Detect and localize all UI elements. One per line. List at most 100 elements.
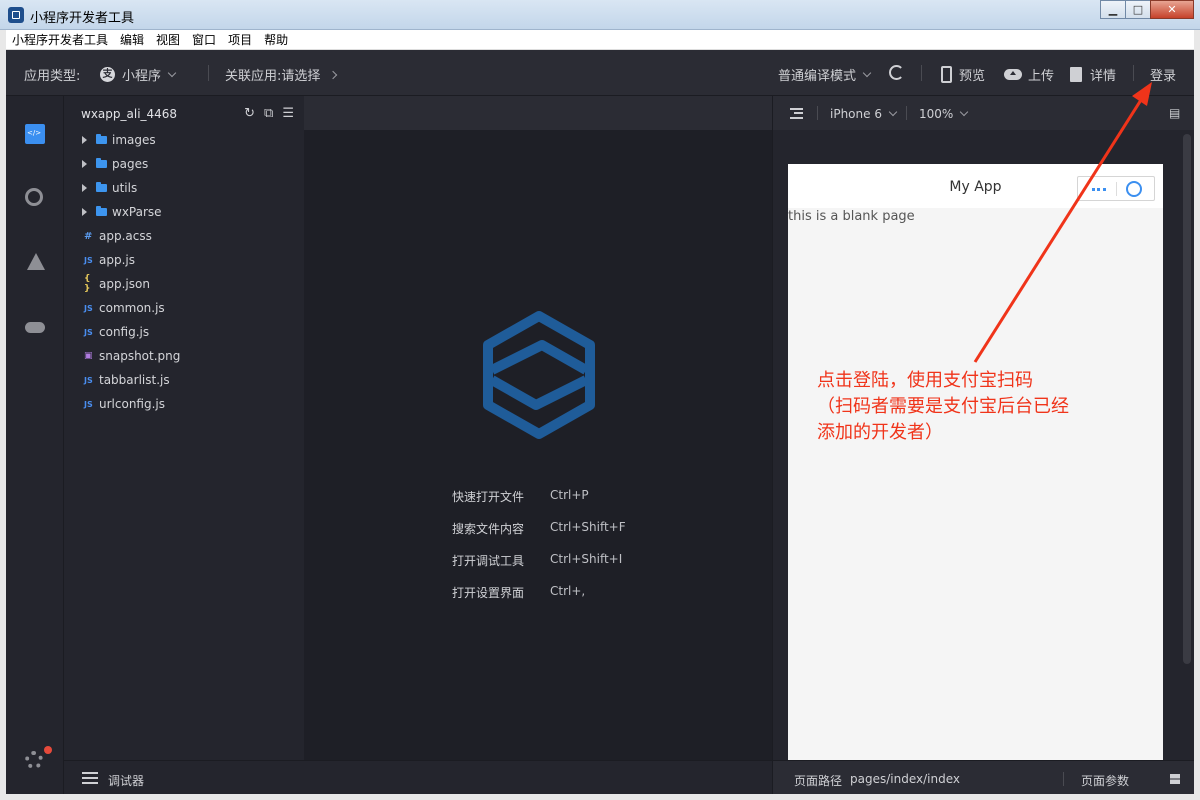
phone-screen: My App this is a blank page bbox=[788, 164, 1163, 760]
annotation-text: 点击登陆，使用支付宝扫码 （扫码者需要是支付宝后台已经 添加的开发者） bbox=[817, 368, 1127, 446]
menubar: 小程序开发者工具 编辑 视图 窗口 项目 帮助 bbox=[6, 30, 1194, 50]
file-label: tabbarlist.js bbox=[99, 373, 170, 387]
debugger-bar[interactable]: 调试器 bbox=[64, 760, 772, 794]
folder-images[interactable]: images bbox=[64, 128, 304, 152]
shortcut-label: 打开调试工具 bbox=[452, 554, 525, 568]
menu-lines-icon[interactable]: ☰ bbox=[282, 106, 294, 121]
zoom-select[interactable]: 100% bbox=[919, 107, 969, 121]
file-config-js[interactable]: JS config.js bbox=[64, 320, 304, 344]
device-select[interactable]: iPhone 6 bbox=[830, 107, 898, 121]
shortcut-key: Ctrl+P bbox=[550, 488, 589, 502]
simulator-scrollbar[interactable] bbox=[1183, 134, 1191, 664]
close-button[interactable]: ✕ bbox=[1150, 0, 1194, 19]
menu-window[interactable]: 窗口 bbox=[192, 31, 216, 48]
js-file-icon: JS bbox=[84, 327, 93, 337]
flask-icon[interactable] bbox=[27, 253, 45, 270]
code-file-icon[interactable] bbox=[25, 124, 45, 144]
chevron-down-icon bbox=[862, 68, 872, 77]
shortcut-row: 快速打开文件 Ctrl+P bbox=[452, 488, 626, 520]
minimize-button[interactable]: ▁ bbox=[1100, 0, 1126, 19]
alipay-icon: 支 bbox=[100, 67, 115, 82]
shortcut-row: 搜索文件内容 Ctrl+Shift+F bbox=[452, 520, 626, 552]
compile-mode-value: 普通编译模式 bbox=[778, 69, 857, 84]
menu-project[interactable]: 项目 bbox=[228, 31, 252, 48]
file-app-acss[interactable]: # app.acss bbox=[64, 224, 304, 248]
refresh-icon bbox=[889, 65, 904, 80]
json-file-icon: { } bbox=[84, 274, 91, 294]
file-common-js[interactable]: JS common.js bbox=[64, 296, 304, 320]
folder-utils[interactable]: utils bbox=[64, 176, 304, 200]
grid-icon[interactable] bbox=[1170, 774, 1180, 784]
menu-view[interactable]: 视图 bbox=[156, 31, 180, 48]
project-name: wxapp_ali_4468 bbox=[81, 107, 178, 121]
caret-right-icon bbox=[82, 136, 87, 144]
cloud-upload-icon bbox=[1004, 69, 1022, 80]
mini-program-capsule bbox=[1077, 176, 1155, 201]
preview-label: 预览 bbox=[959, 69, 986, 84]
page-params-button[interactable]: 页面参数 bbox=[1081, 772, 1129, 789]
compile-mode-select[interactable]: 普通编译模式 bbox=[778, 65, 872, 84]
folder-pages[interactable]: pages bbox=[64, 152, 304, 176]
file-tabbarlist-js[interactable]: JS tabbarlist.js bbox=[64, 368, 304, 392]
indent-icon bbox=[790, 108, 803, 119]
divider bbox=[1063, 772, 1064, 786]
menu-app[interactable]: 小程序开发者工具 bbox=[12, 31, 108, 48]
annotation-line: 添加的开发者） bbox=[817, 422, 943, 443]
annotation-line: 点击登陆，使用支付宝扫码 bbox=[817, 370, 1033, 391]
folder-wxparse[interactable]: wxParse bbox=[64, 200, 304, 224]
cloud-icon[interactable] bbox=[25, 322, 45, 333]
preview-button[interactable]: 预览 bbox=[941, 65, 985, 84]
shortcut-row: 打开设置界面 Ctrl+, bbox=[452, 584, 626, 616]
shortcut-key: Ctrl+Shift+F bbox=[550, 520, 626, 534]
file-label: urlconfig.js bbox=[99, 397, 165, 411]
upload-label: 上传 bbox=[1028, 69, 1055, 84]
collapse-all-icon[interactable]: ⧉ bbox=[264, 106, 273, 121]
file-app-json[interactable]: { } app.json bbox=[64, 272, 304, 296]
divider bbox=[817, 106, 818, 120]
folder-icon bbox=[96, 158, 107, 168]
linked-app-select[interactable]: 关联应用: 请选择 bbox=[225, 65, 338, 84]
editor-tab-strip bbox=[304, 96, 772, 130]
page-path-label: 页面路径 bbox=[794, 774, 843, 788]
details-label: 详情 bbox=[1090, 69, 1117, 84]
refresh-button[interactable] bbox=[889, 65, 904, 80]
menu-edit[interactable]: 编辑 bbox=[120, 31, 144, 48]
folder-label: images bbox=[112, 133, 156, 147]
file-label: snapshot.png bbox=[99, 349, 181, 363]
refresh-tree-icon[interactable]: ↻ bbox=[244, 106, 255, 121]
folder-label: wxParse bbox=[112, 205, 162, 219]
shortcut-row: 打开调试工具 Ctrl+Shift+I bbox=[452, 552, 626, 584]
editor-welcome: 快速打开文件 Ctrl+P 搜索文件内容 Ctrl+Shift+F 打开调试工具… bbox=[304, 130, 772, 760]
more-icon[interactable] bbox=[1092, 188, 1106, 191]
close-mini-program-icon[interactable] bbox=[1126, 181, 1142, 197]
folder-icon bbox=[96, 134, 107, 144]
details-button[interactable]: 详情 bbox=[1070, 65, 1116, 84]
upload-button[interactable]: 上传 bbox=[1004, 65, 1054, 84]
folder-icon bbox=[96, 206, 107, 216]
menu-help[interactable]: 帮助 bbox=[264, 31, 288, 48]
app-type-select[interactable]: 支 小程序 bbox=[100, 65, 177, 84]
js-file-icon: JS bbox=[84, 303, 93, 313]
window-titlebar: 小程序开发者工具 ▁ □ ✕ bbox=[0, 0, 1200, 30]
file-snapshot-png[interactable]: ▣ snapshot.png bbox=[64, 344, 304, 368]
shortcut-key: Ctrl+, bbox=[550, 584, 586, 598]
file-app-js[interactable]: JS app.js bbox=[64, 248, 304, 272]
file-urlconfig-js[interactable]: JS urlconfig.js bbox=[64, 392, 304, 416]
shortcut-label: 搜索文件内容 bbox=[452, 522, 525, 536]
toggle-panel-button[interactable] bbox=[790, 108, 803, 119]
folder-label: utils bbox=[112, 181, 138, 195]
gear-icon[interactable] bbox=[25, 751, 43, 769]
app-logo-icon bbox=[8, 7, 24, 23]
simulator-settings-icon[interactable]: ▤ bbox=[1169, 106, 1180, 120]
file-label: app.json bbox=[99, 277, 150, 291]
app-type-label: 应用类型: bbox=[24, 69, 81, 84]
chevron-down-icon bbox=[960, 107, 969, 117]
login-button[interactable]: 登录 bbox=[1150, 65, 1176, 84]
page-path-value: pages/index/index bbox=[850, 772, 960, 786]
search-icon[interactable] bbox=[25, 188, 43, 206]
maximize-button[interactable]: □ bbox=[1125, 0, 1151, 19]
sliders-icon bbox=[82, 772, 98, 784]
image-file-icon: ▣ bbox=[84, 351, 93, 361]
device-value: iPhone 6 bbox=[830, 107, 882, 121]
linked-app-value: 请选择 bbox=[281, 69, 321, 84]
